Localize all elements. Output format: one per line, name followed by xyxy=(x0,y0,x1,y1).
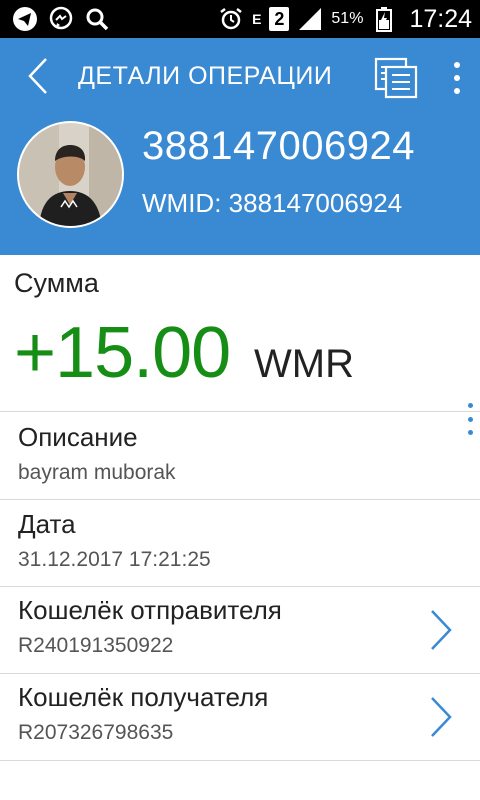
detail-row-description: Описание bayram muborak xyxy=(0,412,480,499)
recipient-wallet-value: R207326798635 xyxy=(18,721,174,744)
search-icon xyxy=(84,6,110,32)
wallet-id: 388147006924 xyxy=(142,124,415,168)
copy-button[interactable] xyxy=(370,56,422,100)
chevron-right-icon[interactable] xyxy=(426,607,456,653)
chevron-left-icon xyxy=(28,58,47,94)
network-e-icon: E xyxy=(252,11,262,27)
copy-icon xyxy=(374,57,418,99)
clock: 17:24 xyxy=(409,4,472,33)
wmid: WMID: 388147006924 xyxy=(142,188,403,218)
battery-percent: 51% xyxy=(331,10,364,27)
chevron-right-icon[interactable] xyxy=(426,694,456,740)
status-bar: E 2 51% 17:24 xyxy=(0,0,480,38)
messenger-icon xyxy=(48,6,74,32)
sim-2-icon: 2 xyxy=(269,7,290,31)
detail-row-recipient-wallet[interactable]: Кошелёк получателя R207326798635 xyxy=(0,674,480,760)
date-label: Дата xyxy=(18,509,76,539)
sender-wallet-value: R240191350922 xyxy=(18,634,174,657)
detail-row-date: Дата 31.12.2017 17:21:25 xyxy=(0,500,480,586)
more-vertical-icon xyxy=(454,62,460,94)
date-value: 31.12.2017 17:21:25 xyxy=(18,548,211,571)
amount-label: Сумма xyxy=(14,268,99,298)
operation-header: ДЕТАЛИ ОПЕРАЦИИ 388147006924 WMID: 38814… xyxy=(0,38,480,255)
page-title: ДЕТАЛИ ОПЕРАЦИИ xyxy=(78,61,333,90)
alarm-icon xyxy=(218,6,244,32)
amount-value: +15.00 xyxy=(14,313,231,393)
description-value: bayram muborak xyxy=(18,461,176,484)
avatar xyxy=(17,121,124,228)
recipient-wallet-label: Кошелёк получателя xyxy=(18,682,269,712)
back-button[interactable] xyxy=(8,38,68,114)
more-options-button[interactable] xyxy=(440,56,474,100)
user-photo-icon xyxy=(19,123,122,226)
detail-row-sender-wallet[interactable]: Кошелёк отправителя R240191350922 xyxy=(0,587,480,673)
signal-icon xyxy=(297,6,323,32)
battery-icon xyxy=(371,6,397,32)
currency: WMR xyxy=(254,342,354,386)
telegram-icon xyxy=(12,6,38,32)
divider xyxy=(0,760,480,761)
description-label: Описание xyxy=(18,422,138,452)
sender-wallet-label: Кошелёк отправителя xyxy=(18,595,282,625)
